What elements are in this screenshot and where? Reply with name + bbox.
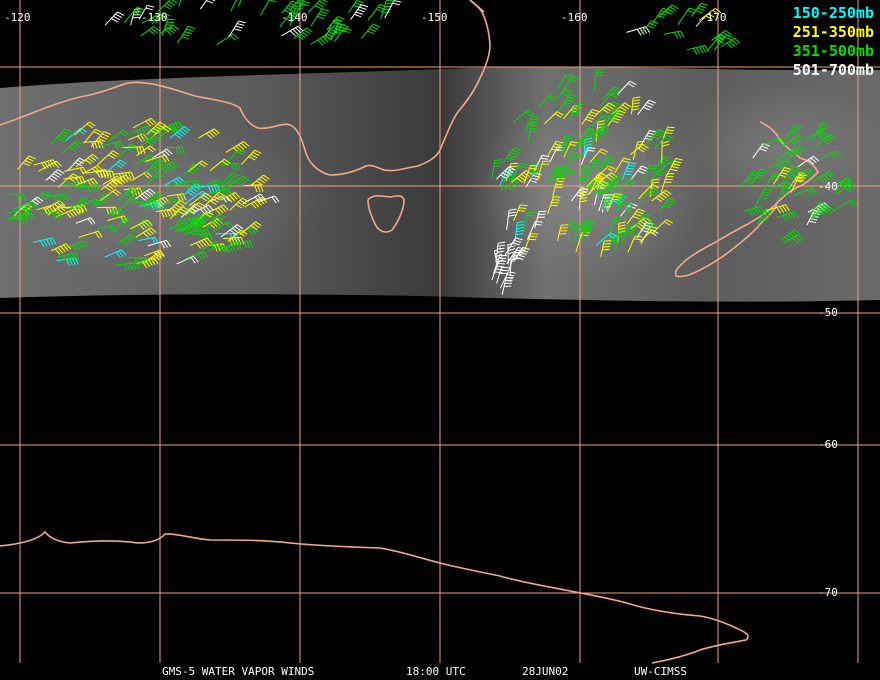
wind-barb — [360, 23, 381, 39]
pressure-level-legend: 150-250mb 251-350mb 351-500mb 501-700mb — [793, 4, 874, 80]
wind-barb — [380, 0, 394, 20]
latitude-label: -70 — [818, 586, 838, 599]
wind-barb — [307, 0, 328, 13]
longitude-label: -130 — [141, 11, 168, 24]
legend-entry-251-350: 251-350mb — [792, 23, 874, 41]
longitude-label: -170 — [700, 11, 727, 24]
legend-entry-150-250: 150-250mb — [792, 4, 874, 22]
footer-caption: GMS-5 WATER VAPOR WINDS 18:00 UTC 28JUN0… — [0, 663, 880, 680]
wind-barb — [686, 44, 710, 55]
wind-barb — [350, 4, 369, 20]
wind-barb — [663, 30, 685, 39]
wind-barb — [237, 0, 242, 7]
antarctica-coastline — [0, 530, 749, 664]
wind-barb — [178, 0, 182, 7]
wind-barb — [677, 7, 697, 25]
wind-barb — [310, 34, 332, 46]
longitude-label: -160 — [561, 11, 588, 24]
longitude-label: -150 — [421, 11, 448, 24]
wind-barb — [140, 26, 160, 37]
legend-entry-501-700: 501-700mb — [792, 61, 874, 79]
wind-barb — [199, 0, 216, 10]
longitude-label: -120 — [4, 11, 31, 24]
data-source: UW-CIMSS — [634, 665, 687, 678]
wind-barb — [177, 26, 196, 44]
legend-entry-351-500: 351-500mb — [792, 42, 874, 60]
wind-barb — [104, 11, 125, 26]
latitude-label: -50 — [818, 306, 838, 319]
wind-barb — [157, 0, 178, 12]
wind-barb — [651, 7, 670, 26]
cloud-band — [0, 120, 330, 280]
wind-barb — [228, 20, 246, 37]
wind-barb — [348, 0, 366, 14]
cloud-band — [670, 80, 880, 220]
wind-barb — [158, 24, 180, 35]
cape-york-coastline — [469, 0, 485, 13]
wind-barb — [216, 33, 239, 46]
image-date: 28JUN02 — [522, 665, 569, 678]
longitude-label: -140 — [281, 11, 308, 24]
wind-barb — [310, 8, 330, 27]
latitude-label: -60 — [818, 438, 838, 451]
latitude-label: -40 — [818, 180, 838, 193]
product-name: GMS-5 WATER VAPOR WINDS — [162, 665, 315, 678]
valid-time: 18:00 UTC — [406, 665, 466, 678]
wind-barb — [260, 0, 277, 16]
satellite-wind-map: -120 -130 -140 -150 -160 -170 -40 -50 -6… — [0, 0, 880, 664]
